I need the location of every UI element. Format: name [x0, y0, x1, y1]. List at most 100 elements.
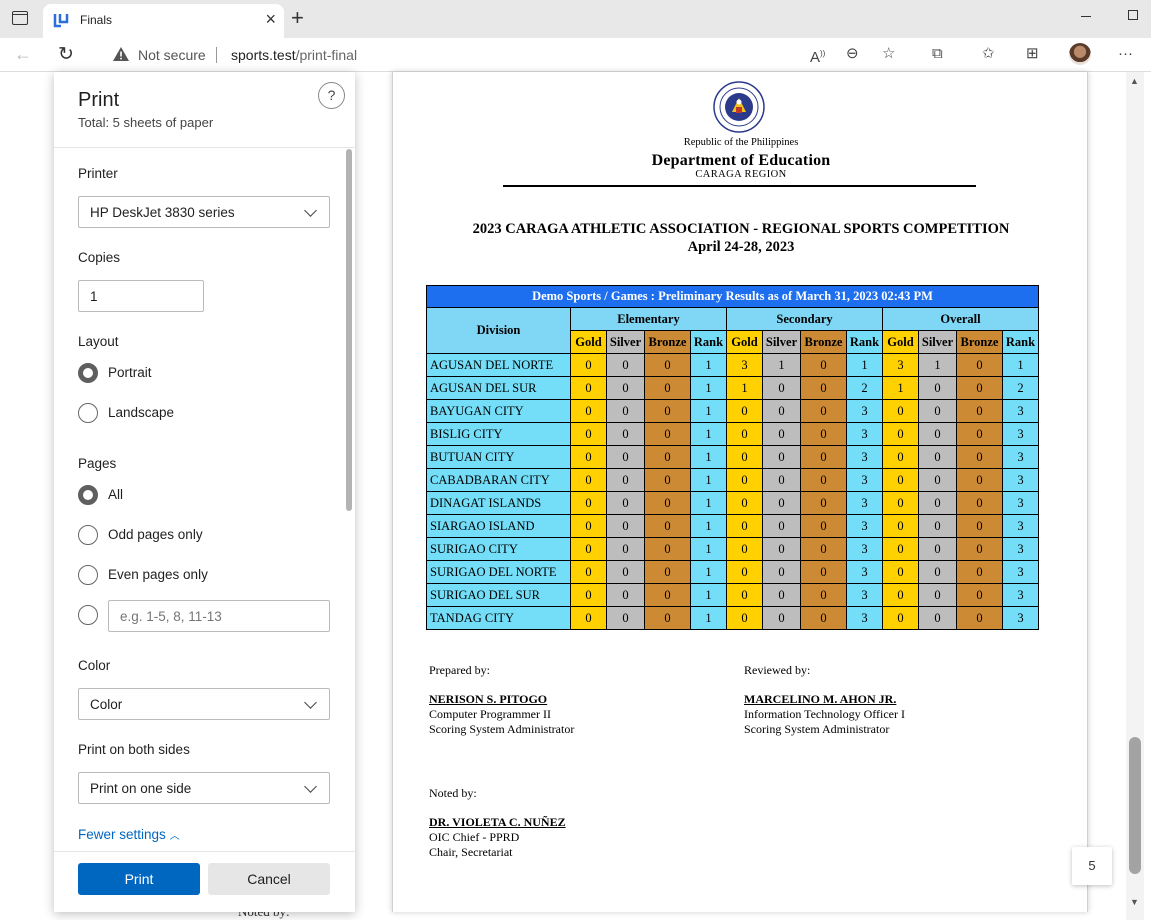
result-cell: 0 — [956, 560, 1003, 584]
pages-odd-radio[interactable] — [78, 525, 98, 545]
result-cell: 0 — [882, 514, 919, 538]
printer-label: Printer — [78, 166, 118, 181]
copies-field[interactable] — [78, 280, 204, 312]
overall-header: Overall — [882, 307, 1039, 331]
minimize-window-icon[interactable] — [1081, 16, 1091, 17]
result-cell: 3 — [1002, 514, 1039, 538]
result-cell: 0 — [644, 606, 691, 630]
competition-title: 2023 CARAGA ATHLETIC ASSOCIATION - REGIO… — [472, 221, 1010, 237]
landscape-radio[interactable] — [78, 403, 98, 423]
result-cell: 0 — [800, 514, 847, 538]
fewer-settings-label: Fewer settings — [78, 827, 166, 842]
help-icon[interactable]: ? — [318, 82, 345, 109]
result-cell: 0 — [956, 445, 1003, 469]
read-aloud-icon[interactable]: A)) — [810, 46, 825, 66]
scroll-down-icon[interactable]: ▼ — [1130, 897, 1139, 907]
print-dialog: Print Total: 5 sheets of paper ? Printer… — [54, 72, 355, 912]
result-cell: 3 — [846, 422, 883, 446]
print-button[interactable]: Print — [78, 863, 200, 895]
collections-icon[interactable]: ⊞ — [1026, 46, 1039, 62]
result-cell: 0 — [882, 560, 919, 584]
portrait-radio[interactable] — [78, 363, 98, 383]
division-cell: BISLIG CITY — [426, 422, 571, 446]
result-cell: 0 — [882, 537, 919, 561]
medal-header: Rank — [1002, 330, 1039, 354]
result-cell: 3 — [846, 537, 883, 561]
result-cell: 0 — [956, 491, 1003, 515]
result-cell: 3 — [846, 514, 883, 538]
result-cell: 0 — [762, 514, 801, 538]
scroll-up-icon[interactable]: ▲ — [1130, 76, 1139, 86]
prepared-by-block: Prepared by: NERISON S. PITOGO Computer … — [429, 663, 574, 737]
table-row: BUTUAN CITY 0 0 0 1 0 0 0 3 0 0 0 3 — [426, 445, 1039, 469]
result-cell: 0 — [606, 422, 645, 446]
duplex-select[interactable]: Print on one side — [78, 772, 330, 804]
result-cell: 0 — [882, 491, 919, 515]
result-cell: 0 — [882, 468, 919, 492]
table-row: BAYUGAN CITY 0 0 0 1 0 0 0 3 0 0 0 3 — [426, 399, 1039, 423]
profile-avatar[interactable] — [1069, 43, 1091, 65]
result-cell: 3 — [846, 491, 883, 515]
division-cell: SURIGAO DEL NORTE — [426, 560, 571, 584]
result-cell: 0 — [606, 606, 645, 630]
printer-select[interactable]: HP DeskJet 3830 series — [78, 196, 330, 228]
result-cell: 3 — [1002, 606, 1039, 630]
header-divider — [54, 147, 355, 148]
tab-actions-icon[interactable] — [12, 11, 28, 25]
result-cell: 0 — [644, 445, 691, 469]
add-favorite-icon[interactable]: ☆ — [882, 46, 895, 62]
cancel-button[interactable]: Cancel — [208, 863, 330, 895]
result-cell: 0 — [762, 376, 801, 400]
table-row: SURIGAO DEL NORTE 0 0 0 1 0 0 0 3 0 0 0 3 — [426, 560, 1039, 584]
result-cell: 0 — [956, 583, 1003, 607]
table-row: CABADBARAN CITY 0 0 0 1 0 0 0 3 0 0 0 3 — [426, 468, 1039, 492]
duplex-label: Print on both sides — [78, 742, 190, 757]
reload-icon[interactable]: ↻ — [58, 43, 74, 66]
prepared-by-label: Prepared by: — [429, 663, 490, 677]
security-status[interactable]: Not secure — [138, 47, 206, 63]
color-select[interactable]: Color — [78, 688, 330, 720]
maximize-window-icon[interactable] — [1128, 10, 1138, 20]
result-cell: 0 — [726, 445, 763, 469]
page-range-input[interactable] — [108, 600, 330, 632]
back-icon[interactable]: ← — [14, 44, 32, 65]
result-cell: 0 — [762, 422, 801, 446]
result-cell: 0 — [956, 399, 1003, 423]
result-cell: 3 — [1002, 399, 1039, 423]
result-cell: 1 — [690, 560, 727, 584]
result-cell: 0 — [726, 399, 763, 423]
reviewed-by-title: Information Technology Officer I — [744, 707, 905, 721]
pages-custom-radio[interactable] — [78, 605, 98, 625]
address-bar: ← ↻ Not secure sports.test/print-final A… — [0, 38, 1151, 72]
result-cell: 1 — [690, 376, 727, 400]
pages-even-label: Even pages only — [108, 567, 208, 582]
result-cell: 3 — [846, 468, 883, 492]
warning-icon[interactable] — [112, 46, 130, 62]
extensions-icon[interactable]: ⧉ — [932, 46, 943, 62]
result-cell: 0 — [918, 537, 957, 561]
tab-finals[interactable]: Finals × — [43, 4, 284, 38]
result-cell: 0 — [644, 422, 691, 446]
result-cell: 0 — [918, 422, 957, 446]
close-tab-icon[interactable]: × — [265, 10, 276, 28]
preview-scroll-thumb[interactable] — [1129, 737, 1141, 874]
favorites-icon[interactable]: ✩ — [982, 46, 995, 62]
tab-bar: Finals × + — [0, 0, 1151, 38]
zoom-icon[interactable]: ⊖ — [846, 46, 859, 62]
more-menu-icon[interactable]: ··· — [1118, 46, 1133, 62]
result-cell: 0 — [644, 468, 691, 492]
fewer-settings-link[interactable]: Fewer settings ︿ — [78, 827, 180, 842]
pages-even-radio[interactable] — [78, 565, 98, 585]
elementary-header: Elementary — [570, 307, 727, 331]
result-cell: 3 — [1002, 537, 1039, 561]
result-cell: 0 — [800, 399, 847, 423]
new-tab-icon[interactable]: + — [291, 7, 304, 29]
result-cell: 0 — [956, 376, 1003, 400]
pages-all-radio[interactable] — [78, 485, 98, 505]
settings-scroll-thumb[interactable] — [346, 149, 352, 511]
reviewed-by-role: Scoring System Administrator — [744, 722, 890, 736]
address-divider — [216, 47, 217, 63]
result-cell: 0 — [726, 514, 763, 538]
table-row: AGUSAN DEL NORTE 0 0 0 1 3 1 0 1 3 1 0 1 — [426, 353, 1039, 377]
url-field[interactable]: sports.test/print-final — [231, 47, 357, 63]
